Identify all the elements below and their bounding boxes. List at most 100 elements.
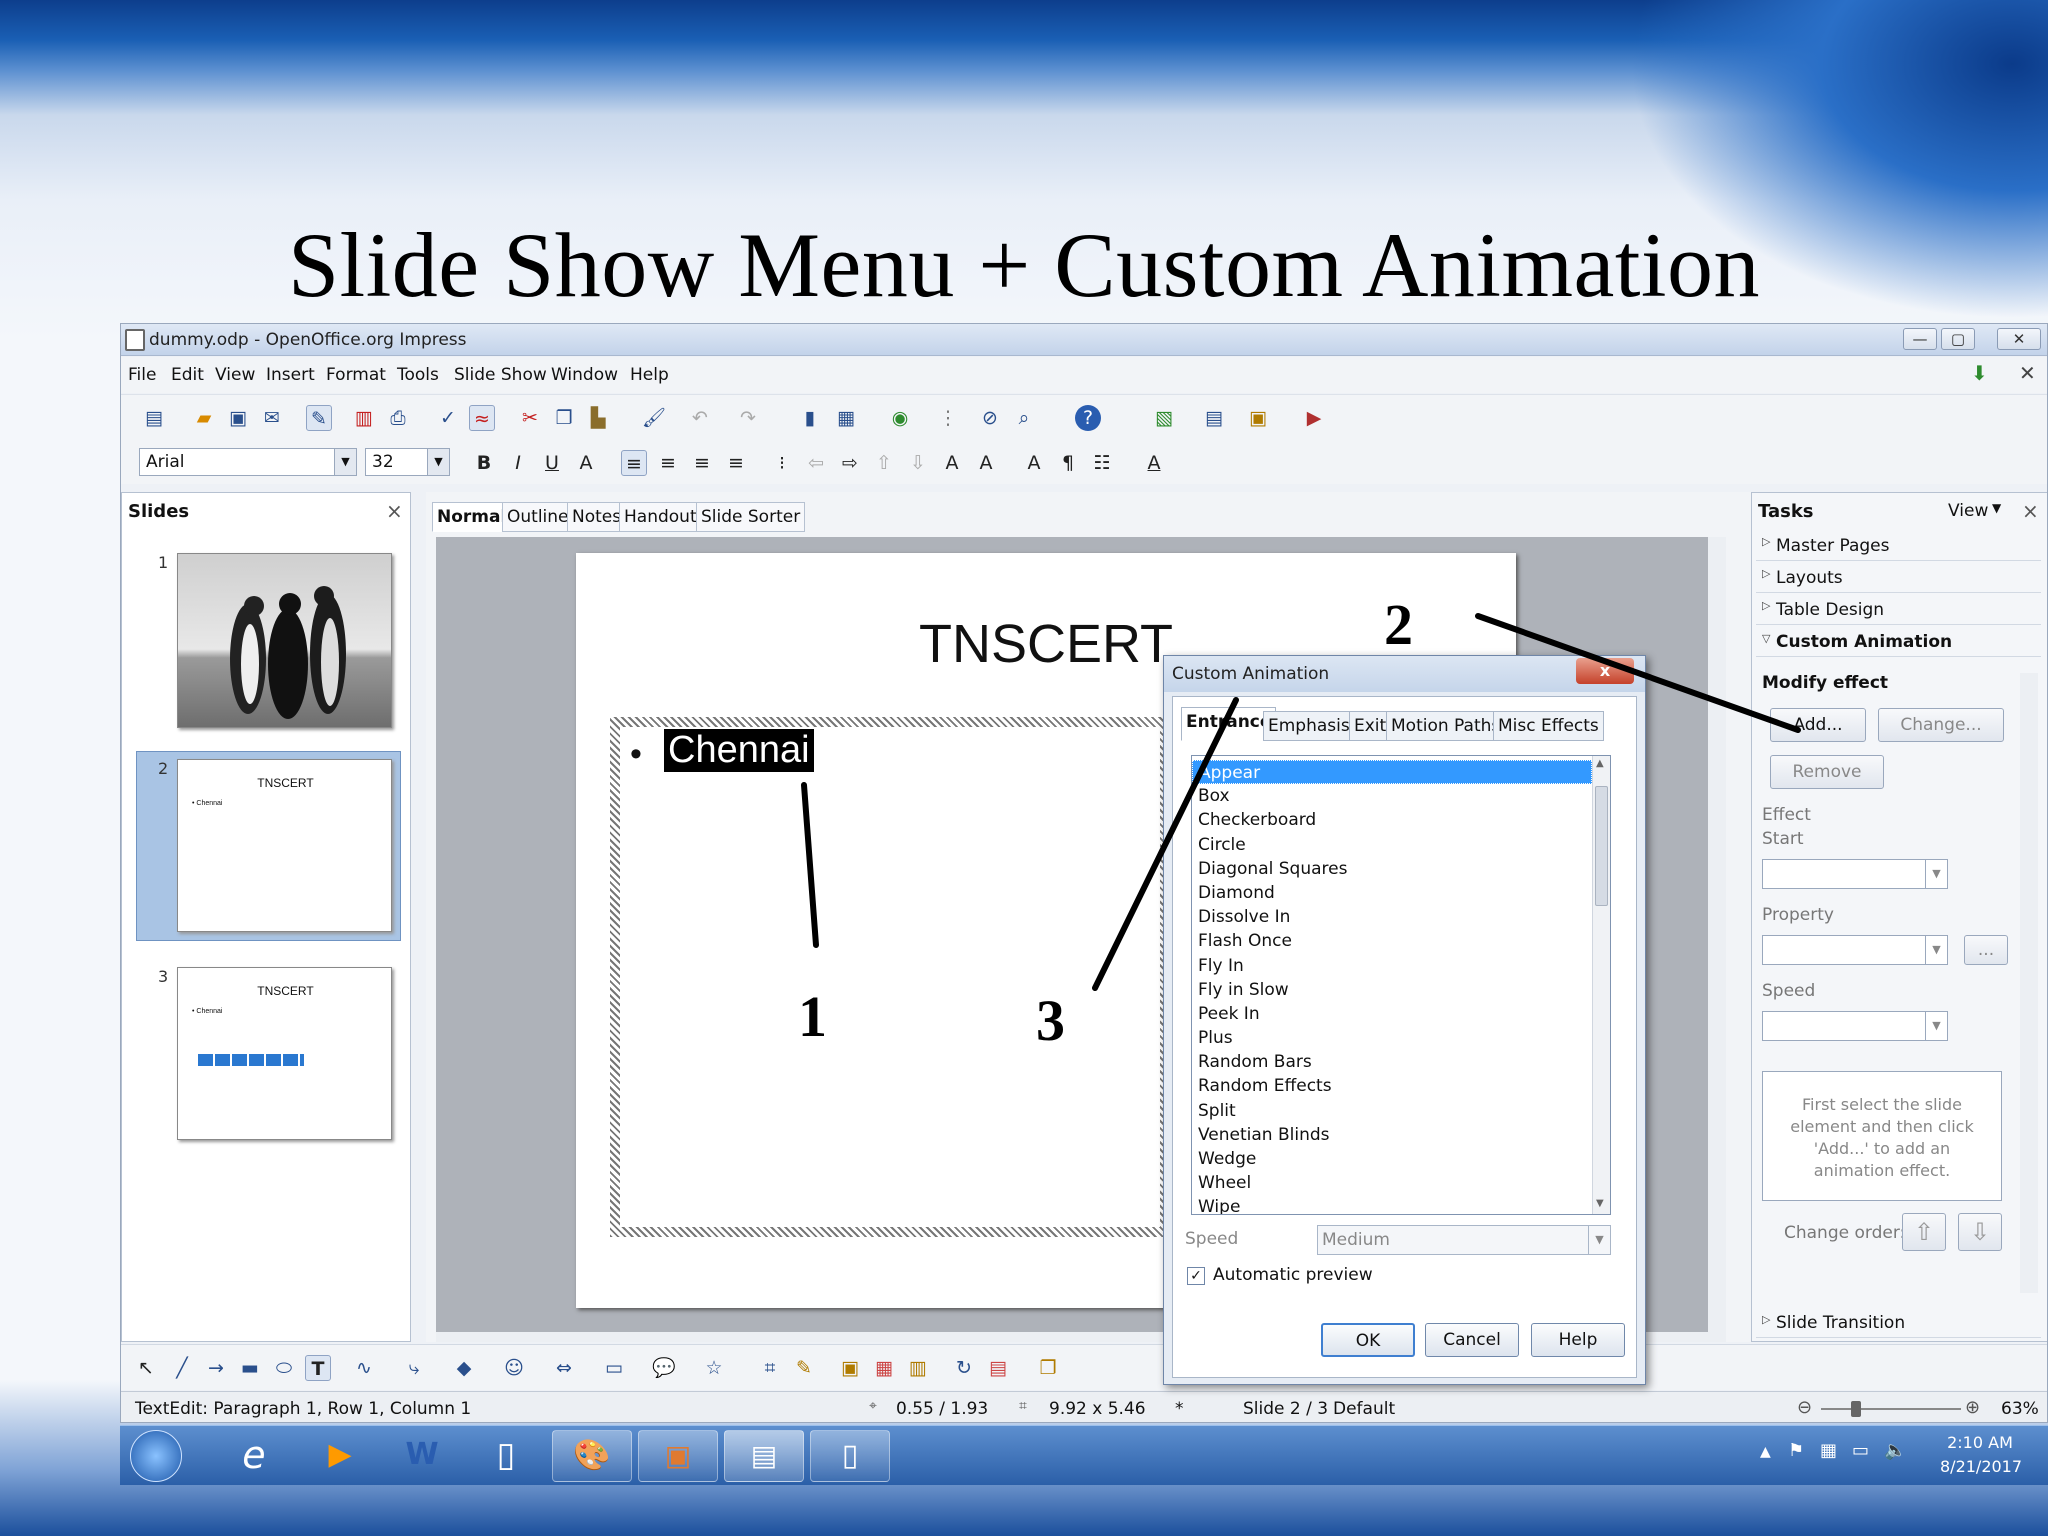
volume-icon[interactable]: 🔈	[1884, 1440, 1906, 1461]
effect-list[interactable]: Appear Box Checkerboard Circle Diagonal …	[1191, 755, 1611, 1215]
move-down-icon[interactable]: ⇩	[905, 450, 931, 476]
connector-icon[interactable]: ⤷	[401, 1355, 427, 1381]
spellcheck-icon[interactable]: ✓	[435, 405, 461, 431]
list-item[interactable]: Diagonal Squares	[1192, 857, 1592, 881]
text-box-frame[interactable]	[610, 717, 1170, 1237]
bullets-icon[interactable]: ⁝	[769, 450, 795, 476]
zoom-out-icon[interactable]: ⊖	[1797, 1397, 1812, 1418]
selected-bullet-text[interactable]: Chennai	[664, 729, 814, 772]
justify-icon[interactable]: ≡	[723, 450, 749, 476]
font-size-combo[interactable]: 32 ▼	[365, 448, 450, 476]
line-arrow-icon[interactable]: →	[203, 1355, 229, 1381]
save-icon[interactable]: ▣	[225, 405, 251, 431]
tab-notes[interactable]: Notes	[567, 502, 627, 532]
scroll-thumb[interactable]	[1595, 786, 1608, 906]
scroll-up-icon[interactable]: ▲	[1596, 758, 1604, 769]
bullets-numbering-icon[interactable]: ☷	[1089, 450, 1115, 476]
clock-time[interactable]: 2:10 AM	[1940, 1433, 2020, 1452]
list-item[interactable]: Fly In	[1192, 954, 1592, 978]
devices-icon[interactable]: ▦	[1820, 1440, 1837, 1461]
tab-slide-sorter[interactable]: Slide Sorter	[696, 502, 806, 532]
demote-icon[interactable]: ⇦	[803, 450, 829, 476]
tasks-view-menu[interactable]: View	[1948, 501, 1988, 521]
print-icon[interactable]: ⎙	[385, 405, 411, 431]
fontwork-gallery-icon[interactable]: ▣	[837, 1355, 863, 1381]
new-icon[interactable]: ▤	[141, 405, 167, 431]
export-pdf-icon[interactable]: ▥	[351, 405, 377, 431]
clock-date[interactable]: 8/21/2017	[1940, 1457, 2022, 1476]
align-center-icon[interactable]: ≡	[655, 450, 681, 476]
gallery-icon[interactable]: ▥	[905, 1355, 931, 1381]
block-arrows-icon[interactable]: ⇔	[551, 1355, 577, 1381]
tab-motion-paths[interactable]: Motion Paths	[1386, 711, 1506, 741]
dialog-close-button[interactable]: x	[1576, 658, 1634, 684]
tasks-scrollbar[interactable]	[2020, 673, 2038, 1293]
basic-shapes-icon[interactable]: ◆	[451, 1355, 477, 1381]
list-item[interactable]: Wheel	[1192, 1171, 1592, 1195]
change-effect-button[interactable]: Change...	[1878, 708, 2004, 742]
effect-list-scrollbar[interactable]: ▲ ▼	[1592, 756, 1610, 1214]
task-master-pages[interactable]: Master Pages	[1756, 531, 2041, 561]
menu-view[interactable]: View	[215, 365, 255, 385]
chevron-down-icon[interactable]: ▼	[1992, 501, 2001, 515]
menu-format[interactable]: Format	[326, 365, 386, 385]
task-table-design[interactable]: Table Design	[1756, 595, 2041, 625]
tab-handout[interactable]: Handout	[619, 502, 702, 532]
chart-icon[interactable]: ▮	[797, 405, 823, 431]
list-item[interactable]: Random Effects	[1192, 1074, 1592, 1098]
paste-icon[interactable]: ▙	[585, 405, 611, 431]
flowchart-icon[interactable]: ▭	[601, 1355, 627, 1381]
symbol-shapes-icon[interactable]: ☺	[501, 1355, 527, 1381]
media-player-icon[interactable]: ▶	[300, 1430, 380, 1482]
update-icon[interactable]: ⬇	[1971, 361, 1997, 385]
align-objects-icon[interactable]: ▤	[985, 1355, 1011, 1381]
menu-tools[interactable]: Tools	[397, 365, 439, 385]
property-options-button[interactable]: ...	[1964, 935, 2008, 965]
font-color-icon[interactable]: A	[1141, 450, 1167, 476]
list-item[interactable]: Appear	[1192, 760, 1592, 785]
blank-document-icon[interactable]: ▯	[810, 1430, 890, 1482]
character-icon[interactable]: A	[1021, 450, 1047, 476]
underline-icon[interactable]: U	[539, 450, 565, 476]
extrusion-icon[interactable]: ↻	[951, 1355, 977, 1381]
cut-icon[interactable]: ✂	[517, 405, 543, 431]
move-up-icon[interactable]: ⇧	[871, 450, 897, 476]
word-icon[interactable]: W	[382, 1430, 462, 1482]
zoom-slider-thumb[interactable]	[1851, 1401, 1861, 1417]
slide-thumbnail-3[interactable]: TNSCERT • Chennai	[177, 967, 392, 1140]
clone-formatting-icon[interactable]: 🖌	[641, 405, 667, 431]
paragraph-icon[interactable]: ¶	[1055, 450, 1081, 476]
callouts-icon[interactable]: 💬	[651, 1355, 677, 1381]
menu-insert[interactable]: Insert	[266, 365, 315, 385]
increase-font-icon[interactable]: A	[939, 450, 965, 476]
slide-layout-icon[interactable]: ▤	[1201, 405, 1227, 431]
internet-explorer-icon[interactable]: e	[214, 1430, 294, 1482]
dialog-speed-combo[interactable]: Medium ▼	[1317, 1225, 1611, 1255]
curve-icon[interactable]: ∿	[351, 1355, 377, 1381]
close-slides-pane-icon[interactable]: ×	[386, 499, 403, 523]
menu-slide-show[interactable]: Slide Show	[454, 365, 547, 385]
list-item[interactable]: Peek In	[1192, 1002, 1592, 1026]
zoom-slider[interactable]	[1821, 1408, 1961, 1410]
bold-icon[interactable]: B	[471, 450, 497, 476]
italic-icon[interactable]: I	[505, 450, 531, 476]
vertical-scrollbar[interactable]	[1708, 537, 1726, 1332]
close-window-button[interactable]: ✕	[1997, 328, 2041, 350]
redo-icon[interactable]: ↷	[735, 405, 761, 431]
text-tool-icon[interactable]: T	[305, 1355, 331, 1381]
email-icon[interactable]: ✉	[259, 405, 285, 431]
property-combo[interactable]: ▼	[1762, 935, 1948, 965]
list-item[interactable]: Box	[1192, 784, 1592, 808]
menu-edit[interactable]: Edit	[171, 365, 204, 385]
decrease-font-icon[interactable]: A	[973, 450, 999, 476]
menu-window[interactable]: Window	[551, 365, 618, 385]
list-item[interactable]: Wedge	[1192, 1147, 1592, 1171]
tab-emphasis[interactable]: Emphasis	[1263, 711, 1355, 741]
ok-button[interactable]: OK	[1321, 1323, 1415, 1357]
maximize-button[interactable]: ▢	[1941, 328, 1975, 350]
list-item[interactable]: Wipe	[1192, 1195, 1592, 1214]
copy-icon[interactable]: ❐	[551, 405, 577, 431]
help-button[interactable]: Help	[1531, 1323, 1625, 1357]
font-name-combo[interactable]: Arial ▼	[139, 448, 357, 476]
glue-points-icon[interactable]: ✎	[791, 1355, 817, 1381]
